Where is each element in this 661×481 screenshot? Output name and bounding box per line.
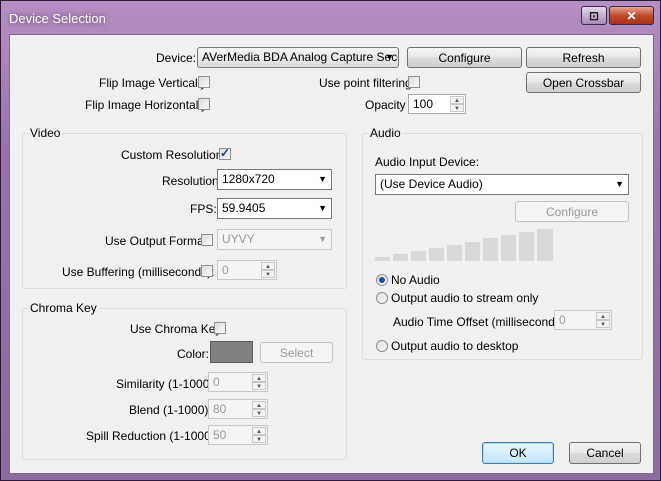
device-select[interactable]: AVerMedia BDA Analog Capture Seco ▼	[197, 47, 399, 68]
open-crossbar-button[interactable]: Open Crossbar	[526, 72, 641, 93]
audio-level-meter	[375, 227, 553, 261]
fps-value: 59.9405	[222, 201, 266, 215]
meter-bar	[393, 254, 408, 261]
spin-up-icon[interactable]: ▲	[252, 401, 266, 409]
output-to-desktop-radio[interactable]	[376, 340, 388, 352]
meter-bar	[483, 238, 498, 261]
spin-down-icon[interactable]: ▼	[252, 382, 266, 390]
output-format-select[interactable]: UYVY ▼	[217, 229, 332, 250]
audio-time-offset-spinner[interactable]: 0 ▲ ▼	[554, 310, 612, 330]
flip-vertical-checkbox[interactable]	[198, 76, 210, 88]
blend-label: Blend (1-1000):	[129, 403, 212, 417]
close-button[interactable]: ✕	[609, 6, 654, 25]
flip-horizontal-label: Flip Image Horizontally	[85, 98, 208, 112]
point-filtering-label: Use point filtering	[319, 76, 412, 90]
no-audio-radio[interactable]	[376, 274, 388, 286]
spin-up-icon[interactable]: ▲	[450, 96, 464, 104]
blend-value: 80	[213, 402, 227, 416]
fps-label: FPS:	[190, 202, 217, 216]
audio-input-device-label: Audio Input Device:	[375, 155, 480, 169]
output-format-checkbox[interactable]	[201, 234, 213, 246]
video-group-title: Video	[28, 126, 63, 140]
meter-bar	[519, 232, 534, 261]
chevron-down-icon: ▼	[318, 174, 327, 184]
spin-down-icon[interactable]: ▼	[252, 409, 266, 417]
chevron-down-icon: ▼	[318, 234, 327, 244]
use-chroma-key-label: Use Chroma Key	[130, 322, 222, 336]
buffering-value: 0	[222, 263, 229, 277]
buffering-label: Use Buffering (milliseconds):	[62, 265, 215, 279]
buffering-checkbox[interactable]	[201, 265, 213, 277]
meter-bar	[411, 251, 426, 261]
help-icon: ⊡	[588, 8, 600, 23]
audio-group-title: Audio	[368, 126, 403, 140]
device-select-value: AVerMedia BDA Analog Capture Seco	[202, 50, 399, 64]
output-format-label: Use Output Format	[105, 234, 208, 248]
color-swatch[interactable]	[210, 341, 253, 363]
meter-bar	[429, 248, 444, 261]
cancel-button[interactable]: Cancel	[569, 442, 641, 464]
custom-resolution-label: Custom Resolution:	[121, 148, 226, 162]
close-icon: ✕	[626, 8, 637, 23]
chroma-key-group-title: Chroma Key	[28, 301, 99, 315]
meter-bar	[375, 257, 390, 261]
spin-down-icon[interactable]: ▼	[252, 435, 266, 443]
flip-vertical-label: Flip Image Vertically	[99, 76, 207, 90]
spin-down-icon[interactable]: ▼	[261, 270, 275, 278]
spill-reduction-label: Spill Reduction (1-1000):	[86, 429, 219, 443]
similarity-spinner[interactable]: 0 ▲ ▼	[208, 372, 268, 392]
resolution-select[interactable]: 1280x720 ▼	[217, 169, 332, 190]
spill-reduction-spinner[interactable]: 50 ▲ ▼	[208, 425, 268, 445]
spin-up-icon[interactable]: ▲	[252, 427, 266, 435]
audio-time-offset-label: Audio Time Offset (milliseconds)	[393, 315, 565, 329]
opacity-spinner[interactable]: 100 ▲ ▼	[408, 94, 466, 114]
chevron-down-icon: ▼	[385, 52, 394, 62]
meter-bar	[501, 235, 516, 261]
opacity-value: 100	[413, 97, 434, 111]
meter-bar	[465, 242, 480, 261]
device-label: Device:	[156, 51, 197, 65]
output-format-value: UYVY	[222, 232, 255, 246]
no-audio-label: No Audio	[391, 273, 440, 287]
fps-select[interactable]: 59.9405 ▼	[217, 198, 332, 219]
resolution-value: 1280x720	[222, 172, 275, 186]
chevron-down-icon: ▼	[615, 179, 624, 189]
audio-input-device-value: (Use Device Audio)	[380, 177, 483, 191]
audio-time-offset-value: 0	[559, 313, 566, 327]
buffering-spinner[interactable]: 0 ▲ ▼	[217, 260, 277, 280]
opacity-label: Opacity	[365, 98, 406, 112]
spin-down-icon[interactable]: ▼	[450, 104, 464, 112]
dialog-body: Device: AVerMedia BDA Analog Capture Sec…	[9, 34, 654, 474]
point-filtering-checkbox[interactable]	[408, 76, 420, 88]
use-chroma-key-checkbox[interactable]	[214, 322, 226, 334]
refresh-button[interactable]: Refresh	[526, 47, 641, 68]
stream-only-label: Output audio to stream only	[391, 291, 539, 305]
meter-bar	[447, 245, 462, 261]
title-bar[interactable]: Device Selection ⊡ ✕	[1, 1, 660, 35]
help-button[interactable]: ⊡	[581, 6, 607, 25]
spin-down-icon[interactable]: ▼	[596, 320, 610, 328]
device-selection-window: Device Selection ⊡ ✕ Device: AVerMedia B…	[0, 0, 661, 481]
audio-configure-button[interactable]: Configure	[515, 201, 629, 222]
output-to-desktop-label: Output audio to desktop	[391, 339, 519, 353]
spin-up-icon[interactable]: ▲	[252, 374, 266, 382]
window-title: Device Selection	[9, 11, 106, 26]
spin-up-icon[interactable]: ▲	[261, 262, 275, 270]
similarity-label: Similarity (1-1000):	[116, 377, 217, 391]
similarity-value: 0	[213, 375, 220, 389]
select-color-button[interactable]: Select	[260, 342, 333, 363]
chevron-down-icon: ▼	[318, 203, 327, 213]
color-label: Color:	[177, 347, 210, 361]
spin-up-icon[interactable]: ▲	[596, 312, 610, 320]
flip-horizontal-checkbox[interactable]	[198, 98, 210, 110]
custom-resolution-checkbox[interactable]	[219, 146, 231, 160]
ok-button[interactable]: OK	[482, 442, 554, 464]
stream-only-radio[interactable]	[376, 292, 388, 304]
blend-spinner[interactable]: 80 ▲ ▼	[208, 399, 268, 419]
meter-bar	[537, 229, 553, 261]
configure-button[interactable]: Configure	[407, 47, 522, 68]
spill-reduction-value: 50	[213, 428, 227, 442]
resolution-label: Resolution	[162, 174, 219, 188]
audio-input-device-select[interactable]: (Use Device Audio) ▼	[375, 174, 629, 195]
